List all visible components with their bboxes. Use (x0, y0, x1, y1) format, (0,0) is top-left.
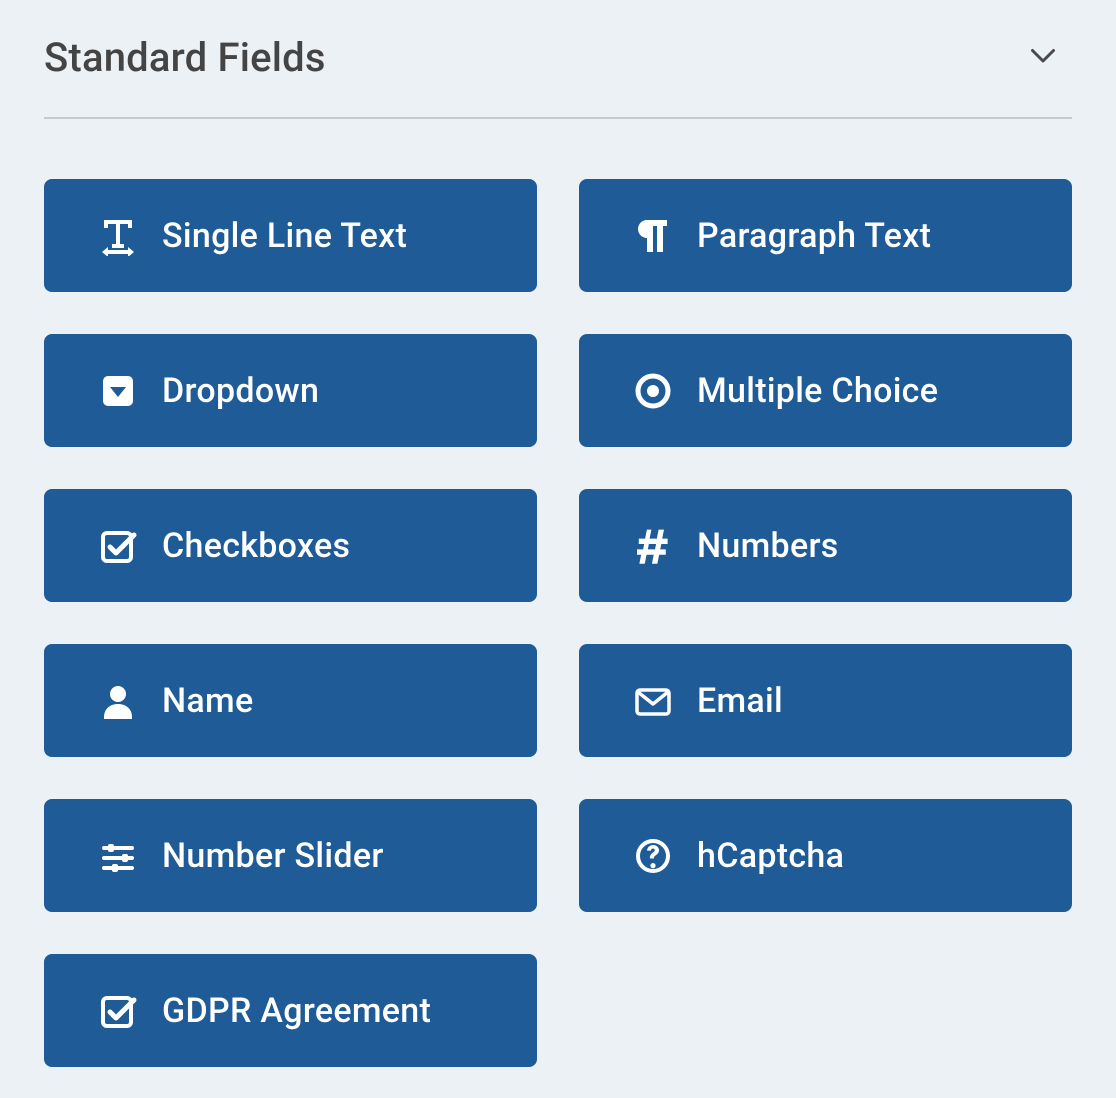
radio-dot-icon (631, 369, 675, 413)
field-label: Name (162, 681, 253, 721)
question-circle-icon (631, 834, 675, 878)
divider (44, 117, 1072, 119)
field-dropdown[interactable]: Dropdown (44, 334, 537, 447)
field-numbers[interactable]: Numbers (579, 489, 1072, 602)
check-square-icon (96, 524, 140, 568)
hash-icon (631, 524, 675, 568)
field-label: Email (697, 681, 783, 721)
field-name[interactable]: Name (44, 644, 537, 757)
field-label: Multiple Choice (697, 371, 938, 411)
field-grid: Single Line Text Paragraph Text Dropdown… (44, 179, 1072, 1067)
panel-header[interactable]: Standard Fields (44, 18, 1072, 117)
check-square-icon (96, 989, 140, 1033)
field-single-line-text[interactable]: Single Line Text (44, 179, 537, 292)
field-label: Number Slider (162, 836, 384, 876)
sliders-icon (96, 834, 140, 878)
field-label: Single Line Text (162, 216, 407, 256)
field-multiple-choice[interactable]: Multiple Choice (579, 334, 1072, 447)
field-label: Numbers (697, 526, 839, 566)
field-email[interactable]: Email (579, 644, 1072, 757)
panel-title: Standard Fields (44, 34, 326, 81)
chevron-down-icon (1028, 43, 1072, 73)
envelope-icon (631, 679, 675, 723)
field-label: GDPR Agreement (162, 991, 431, 1031)
user-icon (96, 679, 140, 723)
field-hcaptcha[interactable]: hCaptcha (579, 799, 1072, 912)
caret-square-down-icon (96, 369, 140, 413)
field-label: hCaptcha (697, 836, 844, 876)
field-label: Checkboxes (162, 526, 350, 566)
field-paragraph-text[interactable]: Paragraph Text (579, 179, 1072, 292)
field-label: Dropdown (162, 371, 319, 411)
field-gdpr-agreement[interactable]: GDPR Agreement (44, 954, 537, 1067)
field-checkboxes[interactable]: Checkboxes (44, 489, 537, 602)
pilcrow-icon (631, 214, 675, 258)
field-number-slider[interactable]: Number Slider (44, 799, 537, 912)
field-label: Paragraph Text (697, 216, 931, 256)
text-width-icon (96, 214, 140, 258)
